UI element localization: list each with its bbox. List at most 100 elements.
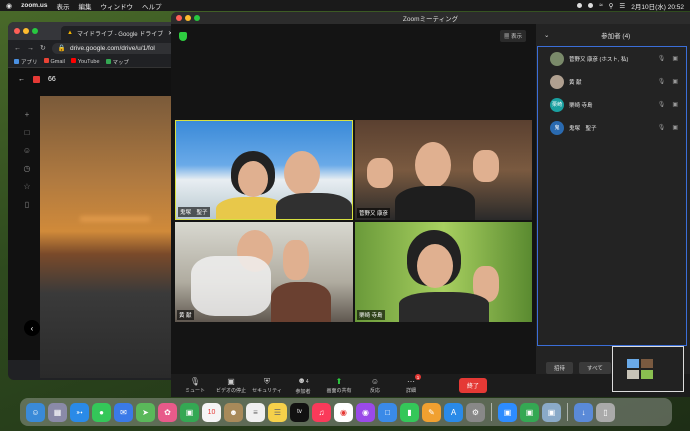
previous-photo-button[interactable]: ‹ [24, 320, 40, 336]
system-preferences-icon[interactable]: ⚙ [466, 402, 485, 422]
camera-icon[interactable]: ▣ [672, 124, 678, 131]
chrome-titlebar: ▲ マイドライブ - Google ドライブ ✕ [8, 22, 183, 40]
mute-all-button[interactable]: すべて [579, 362, 611, 374]
participant-row[interactable]: 栗崎 栗崎 寺島 🎙 ▣ [538, 93, 686, 116]
sun-glare [80, 216, 150, 222]
share-screen-button[interactable]: ⬆ 画面の共有 [321, 377, 357, 394]
bookmark-maps[interactable]: マップ [105, 58, 129, 66]
control-center-icon[interactable]: ☰ [619, 2, 625, 10]
video-tile[interactable]: 鬼塚 聖子 [175, 120, 353, 220]
participant-name: 鬼塚 聖子 [178, 207, 210, 217]
plus-icon[interactable]: + [25, 110, 30, 119]
calendar-icon[interactable]: 10 [202, 402, 221, 422]
participant-row[interactable]: 鬼 鬼塚 聖子 🎙 ▣ [538, 116, 686, 139]
notification-badge: 1 [415, 374, 421, 380]
invite-button[interactable]: 招待 [546, 362, 574, 374]
microphone-icon[interactable]: 🎙 [658, 101, 666, 108]
reminders-icon[interactable]: ≡ [246, 402, 265, 422]
back-icon[interactable]: ← [14, 45, 21, 52]
camera-icon[interactable]: ▣ [672, 78, 678, 85]
bookmark-apps[interactable]: アプリ [14, 58, 38, 66]
search-icon[interactable]: ⚲ [609, 2, 614, 10]
menubar-clock[interactable]: 2月10日(水) 20:52 [631, 1, 684, 11]
stop-video-button[interactable]: ▣ ビデオの停止 [213, 377, 249, 394]
app-menu[interactable]: zoom.us [21, 2, 47, 9]
drive-home-icon[interactable]: □ [25, 128, 30, 137]
participant-row[interactable]: 菅野又 康彦 (ホスト, 私) 🎙 ▣ [538, 47, 686, 70]
end-meeting-button[interactable]: 終了 [459, 378, 488, 393]
facetime-icon[interactable]: ▣ [180, 402, 199, 422]
person-face [284, 151, 320, 195]
numbers-icon[interactable]: ▮ [400, 402, 419, 422]
chrome-icon[interactable]: ◉ [334, 402, 353, 422]
microphone-icon[interactable]: 🎙 [658, 78, 666, 85]
video-tile[interactable]: 菅野又 康彦 [355, 120, 532, 220]
view-button[interactable]: ▦ 表示 [499, 30, 526, 42]
microphone-icon[interactable]: 🎙 [658, 55, 666, 62]
zoom-app-icon[interactable]: ▣ [498, 402, 517, 422]
keynote-icon[interactable]: □ [378, 402, 397, 422]
star-icon[interactable]: ☆ [23, 182, 30, 191]
menu-help[interactable]: ヘルプ [142, 1, 162, 11]
contacts-icon[interactable]: ☻ [224, 402, 243, 422]
zoom-window-button[interactable] [32, 28, 38, 34]
podcasts-icon[interactable]: ◉ [356, 402, 375, 422]
zoom-status-icon[interactable] [577, 3, 583, 8]
bookmark-gmail[interactable]: Gmail [43, 58, 65, 65]
bookmark-youtube[interactable]: YouTube [70, 58, 100, 65]
trash-icon[interactable]: ▯ [596, 402, 615, 422]
menu-window[interactable]: ウィンドウ [100, 1, 133, 11]
bookmark-label: Gmail [50, 59, 65, 65]
video-tile[interactable]: 黄 献 [175, 222, 353, 322]
shared-icon[interactable]: ☺ [23, 146, 31, 155]
more-label: 詳細 [405, 388, 416, 394]
video-tile[interactable]: 栗崎 寺島 [355, 222, 532, 322]
green-app-icon[interactable]: ▣ [520, 402, 539, 422]
safari-icon[interactable]: ➳ [70, 402, 89, 422]
music-icon[interactable]: ♫ [312, 402, 331, 422]
participant-name: 栗崎 寺島 [357, 310, 385, 320]
wifi-icon[interactable]: ≈ [599, 2, 603, 9]
browser-tab[interactable]: ▲ マイドライブ - Google ドライブ ✕ [61, 26, 179, 40]
finder-icon[interactable]: ☺ [26, 402, 45, 422]
more-button[interactable]: 1 ⋯ 詳細 [393, 374, 429, 394]
notes-icon[interactable]: ☰ [268, 402, 287, 422]
back-arrow-icon[interactable]: ← [18, 76, 25, 83]
encryption-shield-icon[interactable] [179, 32, 187, 41]
pages-icon[interactable]: ✎ [422, 402, 441, 422]
preview-icon[interactable]: ▣ [542, 402, 561, 422]
record-icon[interactable] [588, 3, 594, 8]
url-field[interactable]: 🔒 drive.google.com/drive/u/1/fol [51, 42, 177, 54]
participants-button[interactable]: ☻4 参加者 [285, 376, 321, 395]
mute-button[interactable]: 🎙 ミュート [177, 377, 213, 394]
apple-icon[interactable]: ◉ [6, 2, 12, 10]
video-camera-icon: ▣ [227, 377, 235, 386]
menu-view[interactable]: 表示 [56, 1, 69, 11]
camera-icon[interactable]: ▣ [672, 55, 678, 62]
mail-icon[interactable]: ✉ [114, 402, 133, 422]
menu-edit[interactable]: 編集 [78, 1, 91, 11]
participant-row[interactable]: 黄 献 🎙 ▣ [538, 70, 686, 93]
tv-icon[interactable]: tv [290, 402, 309, 422]
forward-icon[interactable]: → [27, 45, 34, 52]
reload-icon[interactable]: ↻ [40, 44, 46, 52]
recent-icon[interactable]: ◷ [24, 164, 31, 173]
launchpad-icon[interactable]: ▦ [48, 402, 67, 422]
app-store-icon[interactable]: A [444, 402, 463, 422]
reactions-button[interactable]: ☺ 反応 [357, 377, 393, 394]
camera-icon[interactable]: ▣ [672, 101, 678, 108]
video-label: ビデオの停止 [215, 388, 246, 394]
minimize-window-button[interactable] [23, 28, 29, 34]
photos-icon[interactable]: ✿ [158, 402, 177, 422]
trash-icon[interactable]: ▯ [25, 200, 29, 209]
close-window-button[interactable] [14, 28, 20, 34]
thumb-tile [627, 359, 639, 368]
maps-icon[interactable]: ➤ [136, 402, 155, 422]
youtube-icon [70, 58, 76, 63]
security-button[interactable]: ⛨ セキュリティ [249, 377, 285, 394]
image-file-icon [33, 75, 40, 83]
downloads-folder-icon[interactable]: ↓ [574, 402, 593, 422]
messages-icon[interactable]: ● [92, 402, 111, 422]
meeting-thumbnail[interactable] [612, 346, 684, 392]
microphone-icon[interactable]: 🎙 [658, 124, 666, 131]
